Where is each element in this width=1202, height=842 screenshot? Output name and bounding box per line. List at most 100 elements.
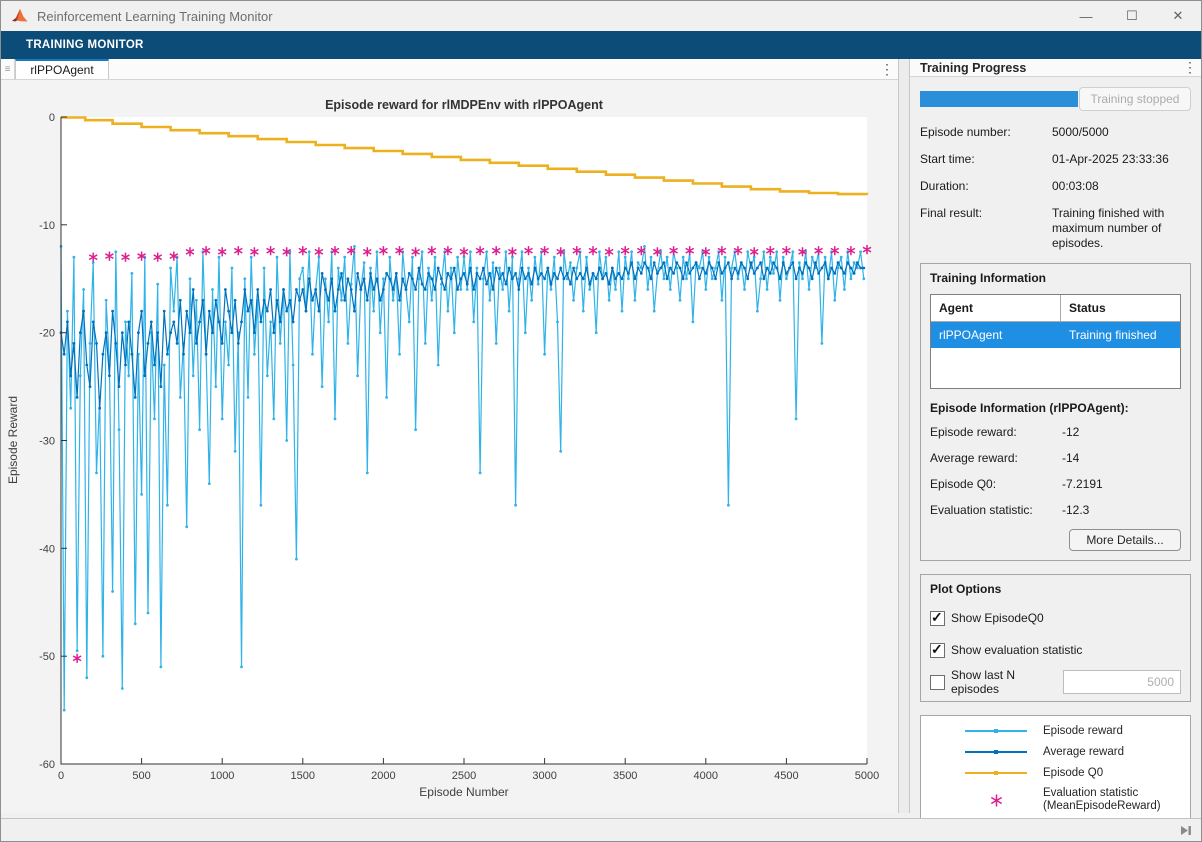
training-monitor-tab[interactable]: TRAINING MONITOR [1, 39, 144, 51]
legend-evaluation-statistic: Evaluation statistic (MeanEpisodeReward) [921, 787, 1190, 813]
show-last-n-episodes-label: Show last N episodes [951, 668, 1063, 696]
svg-text:5000: 5000 [855, 770, 879, 782]
training-plot: Episode reward for rlMDPEnv with rlPPOAg… [1, 80, 896, 808]
legend-average-reward-label: Average reward [1043, 746, 1124, 759]
maximize-button[interactable]: ☐ [1109, 1, 1155, 31]
status-column-header[interactable]: Status [1061, 295, 1180, 321]
panel-splitter[interactable] [899, 59, 910, 813]
svg-text:-30: -30 [39, 436, 55, 448]
svg-text:-50: -50 [39, 651, 55, 663]
expand-panel-icon[interactable] [1178, 824, 1193, 837]
y-axis-label: Episode Reward [6, 396, 20, 484]
workspace: ≡ rlPPOAgent ⋮ Episode reward for rlMDPE… [1, 59, 1201, 813]
agent-table-row-selected[interactable]: rlPPOAgent Training finished [931, 322, 1180, 348]
average-reward-label: Average reward: [930, 451, 1062, 465]
svg-text:1500: 1500 [291, 770, 315, 782]
average-reward-row: Average reward: -14 [930, 451, 1181, 465]
episode-number-row: Episode number: 5000/5000 [920, 125, 1191, 140]
panel-body: Training stopped Episode number: 5000/50… [910, 77, 1201, 827]
title-bar: Reinforcement Learning Training Monitor … [1, 1, 1201, 31]
legend-episode-q0-label: Episode Q0 [1043, 767, 1103, 780]
start-time-label: Start time: [920, 152, 1052, 167]
svg-text:500: 500 [132, 770, 150, 782]
document-tab-label: rlPPOAgent [30, 63, 93, 77]
agent-cell: rlPPOAgent [931, 322, 1061, 348]
svg-text:-60: -60 [39, 759, 55, 771]
minimize-button[interactable]: — [1063, 1, 1109, 31]
more-details-button[interactable]: More Details... [1069, 529, 1181, 551]
svg-text:4000: 4000 [694, 770, 718, 782]
last-n-episodes-input[interactable] [1063, 670, 1181, 694]
legend-average-reward: Average reward [921, 745, 1190, 759]
episode-information-title: Episode Information (rlPPOAgent): [930, 401, 1181, 415]
show-episodeq0-checkbox[interactable] [930, 611, 945, 626]
svg-text:-20: -20 [39, 328, 55, 340]
final-result-row: Final result: Training finished with max… [920, 206, 1191, 251]
show-last-n-episodes-row: Show last N episodes [930, 672, 1181, 692]
panel-title: Training Progress [910, 61, 1026, 75]
panel-menu-kebab-icon[interactable]: ⋮ [1179, 59, 1201, 76]
svg-text:-10: -10 [39, 220, 55, 232]
duration-value: 00:03:08 [1052, 179, 1191, 194]
document-area: ≡ rlPPOAgent ⋮ Episode reward for rlMDPE… [1, 59, 899, 813]
show-episodeq0-label: Show EpisodeQ0 [951, 611, 1044, 625]
svg-text:3500: 3500 [613, 770, 637, 782]
episode-reward-row: Episode reward: -12 [930, 425, 1181, 439]
progress-fields: Episode number: 5000/5000 Start time: 01… [920, 125, 1191, 251]
evaluation-statistic-value: -12.3 [1062, 503, 1181, 517]
progress-row: Training stopped [920, 87, 1191, 111]
show-evaluation-statistic-label: Show evaluation statistic [951, 643, 1082, 657]
legend-episode-reward: Episode reward [921, 724, 1190, 738]
show-evaluation-statistic-checkbox[interactable] [930, 643, 945, 658]
plot-area [61, 117, 867, 764]
matlab-logo-icon [11, 8, 29, 24]
plot-options-section: Plot Options Show EpisodeQ0 Show evaluat… [920, 574, 1191, 702]
chart-legend: Episode reward Average reward Episode Q0 [920, 715, 1191, 827]
x-axis-label: Episode Number [419, 785, 508, 799]
show-last-n-episodes-checkbox[interactable] [930, 675, 945, 690]
svg-text:0: 0 [58, 770, 64, 782]
agent-column-header[interactable]: Agent [931, 295, 1061, 321]
final-result-value: Training finished with maximum number of… [1052, 206, 1191, 251]
training-stopped-button[interactable]: Training stopped [1079, 87, 1191, 111]
final-result-label: Final result: [920, 206, 1052, 251]
tab-bar-spacer [109, 59, 876, 79]
status-cell: Training finished [1061, 322, 1180, 348]
episode-reward-value: -12 [1062, 425, 1181, 439]
start-time-value: 01-Apr-2025 23:33:36 [1052, 152, 1191, 167]
show-evaluation-statistic-row: Show evaluation statistic [930, 640, 1181, 660]
training-information-title: Training Information [930, 271, 1181, 285]
average-reward-line-icon [965, 751, 1027, 753]
svg-text:4500: 4500 [774, 770, 798, 782]
duration-label: Duration: [920, 179, 1052, 194]
episode-reward-line-icon [965, 730, 1027, 732]
document-tab-bar: ≡ rlPPOAgent ⋮ [1, 59, 898, 80]
toolstrip: TRAINING MONITOR [1, 31, 1201, 59]
episode-q0-row: Episode Q0: -7.2191 [930, 477, 1181, 491]
panel-header: Training Progress ⋮ [910, 59, 1201, 77]
evaluation-statistic-row: Evaluation statistic: -12.3 [930, 503, 1181, 517]
status-bar [1, 818, 1201, 841]
average-reward-value: -14 [1062, 451, 1181, 465]
document-actions-kebab-icon[interactable]: ⋮ [876, 59, 898, 79]
chart-container: Episode reward for rlMDPEnv with rlPPOAg… [1, 80, 898, 813]
svg-text:1000: 1000 [210, 770, 234, 782]
details-row: More Details... [930, 529, 1181, 551]
training-progress-bar [920, 91, 1078, 107]
chart-title: Episode reward for rlMDPEnv with rlPPOAg… [325, 98, 604, 112]
grip-icon[interactable]: ≡ [1, 59, 15, 79]
episode-number-value: 5000/5000 [1052, 125, 1191, 140]
start-time-row: Start time: 01-Apr-2025 23:33:36 [920, 152, 1191, 167]
svg-text:2500: 2500 [452, 770, 476, 782]
svg-text:3000: 3000 [532, 770, 556, 782]
show-episodeq0-row: Show EpisodeQ0 [930, 608, 1181, 628]
plot-options-title: Plot Options [930, 582, 1181, 596]
episode-number-label: Episode number: [920, 125, 1052, 140]
close-button[interactable]: ✕ [1155, 1, 1201, 31]
document-tab-rlppoagent[interactable]: rlPPOAgent [15, 59, 109, 79]
training-information-section: Training Information Agent Status rlPPOA… [920, 263, 1191, 561]
agent-table-header: Agent Status [931, 295, 1180, 322]
svg-text:0: 0 [49, 112, 55, 124]
legend-episode-reward-label: Episode reward [1043, 725, 1123, 738]
svg-text:2000: 2000 [371, 770, 395, 782]
